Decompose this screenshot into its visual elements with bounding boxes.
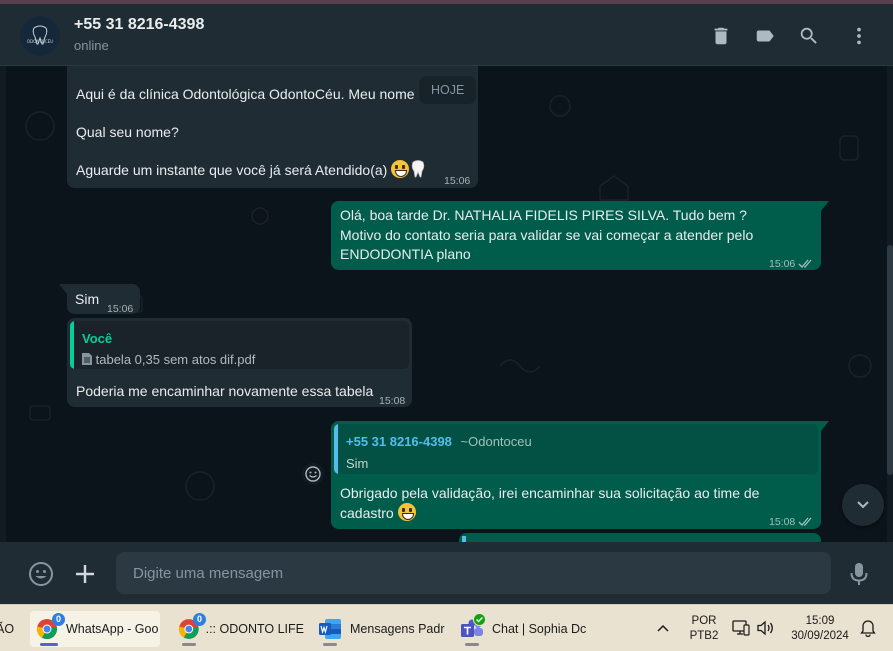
message-text-line: Qual seu nome?	[76, 124, 179, 140]
quote-bar	[334, 424, 338, 474]
double-check-icon	[798, 517, 812, 527]
active-indicator	[40, 643, 58, 646]
grinning-face-emoji	[391, 160, 410, 178]
scrollbar-thumb[interactable]	[887, 245, 893, 475]
message-time-status: 15:08	[769, 513, 814, 532]
message-input[interactable]	[116, 552, 831, 594]
double-check-icon	[798, 259, 812, 269]
message-text-line: ENDODONTIA plano	[340, 246, 471, 262]
clock-time: 15:09	[805, 615, 835, 627]
message-incoming-1[interactable]: Aqui é da clínica Odontológica OdontoCéu…	[67, 66, 478, 188]
microphone-icon[interactable]	[846, 561, 872, 587]
quoted-message[interactable]: Você tabela 0,35 sem atos dif.pdf	[70, 321, 409, 369]
notifications-bell-icon[interactable]	[860, 619, 876, 642]
date-divider: HOJE	[419, 76, 477, 104]
message-text: Poderia me encaminhar novamente essa tab…	[76, 383, 374, 399]
word-icon	[319, 619, 341, 639]
quoted-message[interactable]: +55 31 8216-4398 ~Odontoceu Sim	[334, 424, 818, 474]
message-text: Sim	[75, 291, 100, 307]
volume-icon[interactable]	[756, 620, 774, 641]
chevron-down-icon	[857, 501, 869, 509]
message-text-line: Olá, boa tarde Dr. NATHALIA FIDELIS PIRE…	[340, 207, 747, 223]
react-emoji-icon[interactable]	[302, 463, 324, 485]
keyboard-layout: PTB2	[689, 630, 719, 642]
taskbar-label: Chat | Sophia Dc	[492, 622, 587, 636]
available-status-icon	[473, 613, 486, 626]
bubble-tail	[59, 284, 67, 294]
running-indicator	[323, 643, 337, 646]
language-indicator[interactable]: POR PTB2	[688, 614, 720, 644]
contact-status: online	[74, 38, 109, 53]
tray-chevron-up-icon[interactable]	[656, 621, 670, 639]
notification-badge: 0	[193, 613, 206, 626]
label-tag-icon[interactable]	[753, 24, 777, 48]
chat-left-edge	[0, 66, 6, 542]
menu-kebab-icon[interactable]	[847, 24, 871, 48]
clock-date: 30/09/2024	[791, 630, 849, 642]
running-indicator	[182, 643, 196, 646]
attach-plus-icon[interactable]	[72, 561, 98, 587]
bubble-tail	[821, 421, 829, 431]
message-time: 15:06	[107, 303, 134, 315]
quote-pushname: ~Odontoceu	[460, 434, 532, 449]
avatar-logo-text: ODONTOCÉU	[27, 39, 53, 44]
message-outgoing-partial[interactable]	[459, 533, 821, 542]
bubble-tail	[821, 201, 829, 211]
taskbar-item-teams[interactable]: Chat | Sophia Dc	[458, 611, 588, 647]
message-time-status: 15:06	[769, 255, 814, 274]
taskbar-label: .:: ODONTO LIFE	[205, 622, 304, 636]
quote-bar	[70, 321, 74, 369]
taskbar-label: WhatsApp - Goo	[66, 622, 159, 636]
taskbar-item-odonto-life[interactable]: 0 .:: ODONTO LIFE	[176, 611, 304, 647]
contact-name[interactable]: +55 31 8216-4398	[74, 16, 204, 34]
taskbar-item-whatsapp[interactable]: 0 WhatsApp - Goo	[30, 611, 160, 647]
document-icon	[82, 353, 92, 365]
quote-author: Você	[82, 331, 113, 346]
message-incoming-4[interactable]: Você tabela 0,35 sem atos dif.pdf Poderi…	[67, 318, 412, 407]
message-text-line: Obrigado pela validação, irei encaminhar…	[340, 485, 760, 501]
chat-scrollbar[interactable]	[887, 66, 893, 542]
message-text-line: Motivo do contato seria para validar se …	[340, 227, 754, 243]
system-clock[interactable]: 15:09 30/09/2024	[786, 614, 854, 644]
search-icon[interactable]	[797, 24, 821, 48]
windows-taskbar: ÃO 0 WhatsApp - Goo 0 .:: ODONTO LIFE Me…	[0, 604, 893, 651]
taskbar-item-word[interactable]: Mensagens Padr	[316, 611, 446, 647]
taskbar-item-partial[interactable]: ÃO	[0, 611, 18, 647]
taskbar-partial-label: ÃO	[0, 622, 15, 636]
message-time: 15:06	[444, 175, 471, 187]
contact-avatar[interactable]: ODONTOCÉU	[20, 16, 60, 56]
quote-text: Sim	[346, 456, 369, 471]
taskbar-label: Mensagens Padr	[350, 622, 445, 636]
tooth-emoji	[412, 160, 425, 178]
message-outgoing-2[interactable]: Olá, boa tarde Dr. NATHALIA FIDELIS PIRE…	[331, 201, 821, 270]
emoji-icon[interactable]	[28, 561, 54, 587]
message-incoming-3[interactable]: Sim 15:06	[67, 284, 140, 315]
network-icon[interactable]	[732, 619, 750, 642]
running-indicator	[465, 643, 479, 646]
message-text-line: cadastro	[340, 503, 416, 523]
clear-chat-icon[interactable]	[709, 24, 733, 48]
quote-file: tabela 0,35 sem atos dif.pdf	[82, 350, 255, 369]
message-outgoing-5[interactable]: +55 31 8216-4398 ~Odontoceu Sim Obrigado…	[331, 421, 821, 529]
scroll-down-button[interactable]	[842, 484, 884, 526]
language-code: POR	[691, 615, 717, 627]
grinning-face-emoji	[397, 503, 416, 521]
message-text-line: Aguarde um instante que você já será Ate…	[76, 160, 425, 180]
chat-header[interactable]: ODONTOCÉU +55 31 8216-4398 online	[0, 4, 893, 66]
notification-badge: 0	[52, 613, 65, 626]
quote-author: +55 31 8216-4398 ~Odontoceu	[346, 434, 532, 449]
message-text-line: Aqui é da clínica Odontológica OdontoCéu…	[76, 86, 415, 102]
whatsapp-window: ODONTOCÉU +55 31 8216-4398 online Aqui é…	[0, 0, 893, 651]
message-composer	[0, 542, 893, 604]
message-time: 15:08	[379, 395, 406, 407]
